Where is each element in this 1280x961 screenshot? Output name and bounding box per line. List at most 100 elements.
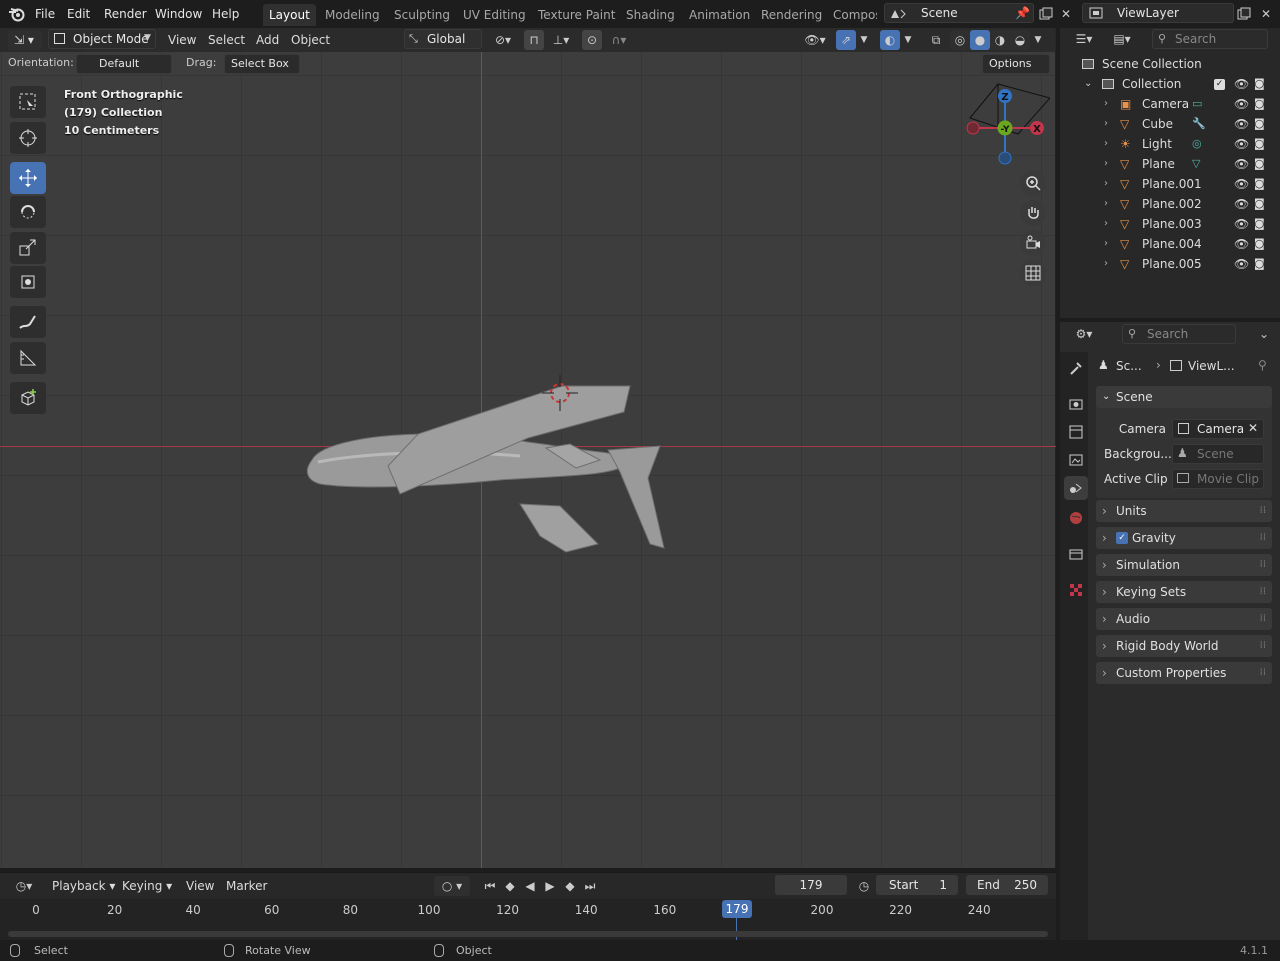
marker-menu[interactable]: Marker [220,876,273,896]
panel-keying-sets[interactable]: › Keying Sets ⁞⁞ [1096,581,1272,603]
world-tab-icon[interactable] [1064,506,1088,530]
outliner-item-cube[interactable]: › ▽ Cube 🔧 👁 ◙ [1060,114,1280,134]
display-mode-icon[interactable]: ▤▾ [1106,29,1138,49]
scale-tool[interactable] [10,232,46,264]
cursor-tool[interactable] [10,122,46,154]
tab-layout[interactable]: Layout [263,4,316,26]
exclude-checkbox[interactable]: ✓ [1214,79,1225,90]
current-frame-field[interactable]: 179 [775,875,847,895]
overlays-toggle-icon[interactable]: ◐ [880,30,900,50]
jump-end-icon[interactable]: ⏭ [580,876,600,896]
snap-icon[interactable]: ⊓ [524,30,544,50]
tab-compositing[interactable]: Compos [827,4,877,26]
proportional-edit-icon[interactable]: ⊙ [582,30,602,50]
chevron-right-icon[interactable]: › [1104,114,1108,134]
viewport-menu-add[interactable]: Add [250,30,285,50]
viewport-menu-object[interactable]: Object [285,30,336,50]
pivot-point-icon[interactable]: ⊘▾ [488,30,518,50]
camera-data-icon[interactable]: ▭ [1192,94,1202,114]
panel-gravity[interactable]: › ✓ Gravity ⁞⁞ [1096,527,1272,549]
play-icon[interactable]: ▶ [540,876,560,896]
clear-camera-icon[interactable]: ✕ [1248,421,1258,435]
wireframe-shading-icon[interactable]: ◎ [950,30,970,50]
eye-icon[interactable]: 👁 [1234,114,1249,134]
drag-handle-icon[interactable]: ⁞⁞ [1260,527,1266,549]
new-view-layer-icon[interactable] [1234,4,1254,24]
measure-tool[interactable] [10,342,46,374]
properties-search-input[interactable]: Search [1122,324,1236,344]
texture-tab-icon[interactable] [1064,578,1088,602]
tab-shading[interactable]: Shading [620,4,681,26]
render-camera-icon[interactable]: ◙ [1254,194,1265,214]
panel-rigid-body-world[interactable]: › Rigid Body World ⁞⁞ [1096,635,1272,657]
render-camera-icon[interactable]: ◙ [1254,174,1265,194]
collection-row[interactable]: ⌄ Collection ✓ 👁 ◙ [1060,74,1280,94]
gizmo-neg-z-axis[interactable] [998,151,1012,165]
outliner-item-plane-003[interactable]: › ▽ Plane.003 👁 ◙ [1060,214,1280,234]
snap-target-icon[interactable]: ⊥▾ [546,30,576,50]
drag-handle-icon[interactable]: ⁞⁞ [1260,554,1266,576]
chevron-right-icon[interactable]: › [1104,214,1108,234]
tab-rendering[interactable]: Rendering [755,4,828,26]
visibility-icon[interactable]: 👁▾ [800,30,830,50]
gizmo-dropdown-icon[interactable]: ▼ [856,30,872,50]
previous-keyframe-icon[interactable]: ◆ [500,876,520,896]
chevron-right-icon[interactable]: › [1104,94,1108,114]
gizmo-toggle-icon[interactable]: ⇗ [836,30,856,50]
drag-handle-icon[interactable]: ⁞⁞ [1260,500,1266,522]
render-camera-icon[interactable]: ◙ [1254,254,1265,274]
view-layer-tab-icon[interactable] [1064,448,1088,472]
drag-handle-icon[interactable]: ⁞⁞ [1260,662,1266,684]
outliner-item-plane-002[interactable]: › ▽ Plane.002 👁 ◙ [1060,194,1280,214]
tab-modeling[interactable]: Modeling [319,4,386,26]
render-camera-icon[interactable]: ◙ [1254,154,1265,174]
move-tool[interactable] [10,162,46,194]
eye-icon[interactable]: 👁 [1234,214,1249,234]
modifier-wrench-icon[interactable]: 🔧 [1192,114,1206,134]
mesh-data-icon[interactable]: ▽ [1192,154,1200,174]
fish-model[interactable] [300,348,680,558]
delete-scene-icon[interactable]: ✕ [1056,4,1076,24]
render-camera-icon[interactable]: ◙ [1254,74,1265,94]
render-camera-icon[interactable]: ◙ [1254,134,1265,154]
solid-shading-icon[interactable]: ● [970,30,990,50]
gizmo-neg-x-axis[interactable] [966,121,980,135]
chevron-right-icon[interactable]: › [1104,154,1108,174]
tab-uv-editing[interactable]: UV Editing [457,4,532,26]
chevron-right-icon[interactable]: › [1104,194,1108,214]
rotate-tool[interactable] [10,196,46,228]
orientation-setting-dropdown[interactable]: Default [76,54,172,74]
transform-tool[interactable] [10,266,46,298]
drag-handle-icon[interactable]: ⁞⁞ [1260,581,1266,603]
navigation-gizmo[interactable]: Z X -Y [958,78,1050,178]
render-camera-icon[interactable]: ◙ [1254,234,1265,254]
new-scene-icon[interactable] [1036,4,1056,24]
editor-type-button[interactable]: ⇲ ▾ [8,30,42,50]
render-tab-icon[interactable] [1064,392,1088,416]
auto-keying-icon[interactable]: ○ ▾ [434,876,470,896]
eye-icon[interactable]: 👁 [1234,174,1249,194]
blender-logo-icon[interactable] [8,6,26,22]
eye-icon[interactable]: 👁 [1234,234,1249,254]
eye-icon[interactable]: 👁 [1234,254,1249,274]
drag-dropdown[interactable]: Select Box [224,54,300,74]
outliner-search-input[interactable]: Search [1152,29,1268,49]
eye-icon[interactable]: 👁 [1234,74,1249,94]
menu-window[interactable]: Window [151,4,206,24]
tab-sculpting[interactable]: Sculpting [388,4,456,26]
properties-editor-type-icon[interactable]: ⚙▾ [1068,324,1100,344]
output-tab-icon[interactable] [1064,420,1088,444]
tool-tab-icon[interactable] [1064,356,1088,380]
scene-collection-row[interactable]: Scene Collection [1060,54,1280,74]
overlays-dropdown-icon[interactable]: ▼ [900,30,916,50]
eye-icon[interactable]: 👁 [1234,94,1249,114]
tab-texture-paint[interactable]: Texture Paint [532,4,621,26]
next-keyframe-icon[interactable]: ◆ [560,876,580,896]
zoom-icon[interactable] [1020,170,1046,196]
outliner-editor-type-icon[interactable]: ☰▾ [1068,29,1100,49]
outliner-item-plane-001[interactable]: › ▽ Plane.001 👁 ◙ [1060,174,1280,194]
camera-view-icon[interactable] [1020,230,1046,256]
panel-custom-properties[interactable]: › Custom Properties ⁞⁞ [1096,662,1272,684]
drag-handle-icon[interactable]: ⁞⁞ [1260,608,1266,630]
outliner-item-camera[interactable]: › ▣ Camera ▭ 👁 ◙ [1060,94,1280,114]
